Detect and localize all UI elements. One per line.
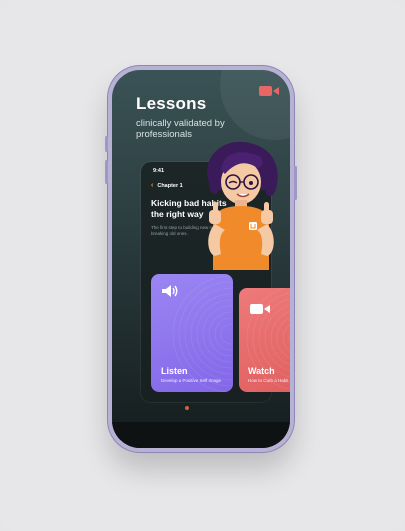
chapter-label: Chapter 1 [157, 182, 183, 189]
bottom-bar [112, 422, 290, 448]
watch-card[interactable]: Watch How to Curb a Habit [239, 288, 290, 392]
page-title: Lessons [136, 94, 207, 113]
watch-label: Watch [248, 366, 275, 376]
speaker-icon [162, 285, 178, 297]
video-camera-icon [250, 304, 270, 314]
listen-label: Listen [161, 366, 188, 376]
power-button [294, 166, 297, 200]
volume-down-button [105, 160, 108, 184]
chevron-left-icon: ‹ [151, 182, 154, 189]
cartoon-character [207, 141, 278, 270]
page-subtitle: clinically validated by professionals [136, 118, 225, 140]
watch-subtitle: How to Curb a Habit [248, 378, 289, 383]
page-indicator-dot [185, 406, 189, 410]
status-time: 9:41 [153, 168, 165, 174]
video-camera-icon[interactable] [258, 84, 280, 98]
chapter-back-link[interactable]: ‹ Chapter 1 [151, 182, 183, 189]
listen-subtitle: Develop a Positive Self Image [161, 378, 222, 383]
volume-up-button [105, 136, 108, 152]
listen-card[interactable]: Listen Develop a Positive Self Image [151, 274, 233, 392]
